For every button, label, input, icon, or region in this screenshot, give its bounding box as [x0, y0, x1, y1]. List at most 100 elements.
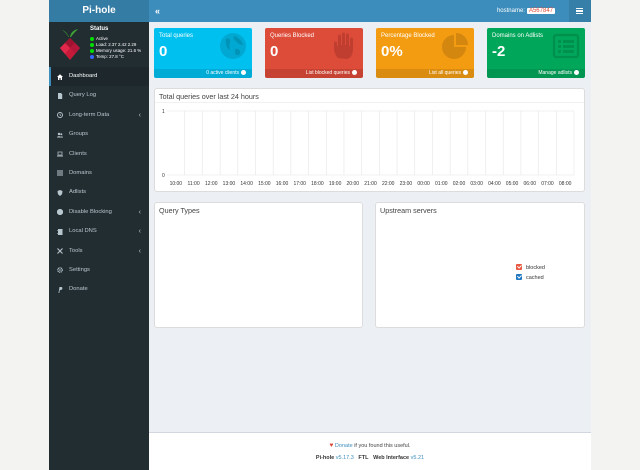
sidebar-item-label: Long-term Data — [69, 111, 110, 118]
checkbox-checked-icon[interactable] — [516, 274, 522, 280]
sidebar-item-label: Dashboard — [69, 73, 98, 79]
x-tick-label: 22:00 — [382, 181, 395, 187]
sidebar-item-adlists[interactable]: Adlists — [49, 183, 149, 202]
query-types-box: Query Types — [154, 202, 363, 328]
gear-icon — [57, 267, 63, 274]
main-content: Total queries 0 0 active clients Queries… — [149, 22, 591, 432]
sidebar-item-label: Donate — [69, 286, 88, 293]
tools-icon — [57, 248, 63, 254]
x-tick-label: 17:00 — [293, 181, 306, 187]
y-tick-label: 0 — [162, 173, 165, 179]
sidebar-item-domains[interactable]: Domains — [49, 164, 149, 183]
list-blocked-queries-link[interactable]: List blocked queries — [265, 69, 363, 78]
x-tick-label: 04:00 — [488, 181, 501, 187]
queries-blocked-box: Queries Blocked 0 List blocked queries — [265, 28, 363, 78]
x-tick-label: 14:00 — [240, 181, 253, 187]
legend-item-cached[interactable]: cached — [516, 274, 544, 282]
sidebar-item-dashboard[interactable]: Dashboard — [49, 67, 149, 87]
version-line: Pi-hole v5.17.3 FTL Web Interface v5.21 — [149, 455, 591, 461]
x-tick-label: 03:00 — [470, 181, 483, 187]
sidebar-menu: Dashboard Query Log Long-term Data ‹ Gro… — [49, 67, 149, 300]
hostname-display: hostname: A567847 — [497, 6, 555, 16]
brand-logo-text[interactable]: Pi-hole — [49, 0, 149, 22]
donate-line: ♥ Donate if you found this useful. — [149, 442, 591, 449]
stat-value: 0% — [381, 43, 403, 60]
x-tick-label: 07:00 — [541, 181, 554, 187]
x-tick-label: 18:00 — [311, 181, 324, 187]
stat-value: 0 — [270, 43, 279, 60]
chevron-left-icon: ‹ — [138, 247, 141, 255]
sidebar-item-disable-blocking[interactable]: Disable Blocking ‹ — [49, 203, 149, 222]
pihole-logo-icon — [60, 29, 80, 60]
sidebar-item-clients[interactable]: Clients — [49, 145, 149, 164]
sidebar-item-label: Tools — [69, 247, 83, 254]
queries-over-time-box: Total queries over last 24 hours 0 1 10:00… — [154, 88, 585, 192]
stop-icon — [57, 209, 63, 216]
x-tick-label: 02:00 — [453, 181, 466, 187]
domains-on-adlists-box: Domains on Adlists -2 Manage adlists — [487, 28, 585, 78]
laptop-icon — [57, 151, 63, 157]
status-dot-icon — [90, 36, 94, 41]
sidebar-item-query-log[interactable]: Query Log — [49, 86, 149, 105]
stat-title: Percentage Blocked — [381, 33, 435, 39]
arrow-circle-right-icon — [463, 69, 468, 75]
sidebar-toggle-icon[interactable]: « — [155, 5, 160, 17]
sidebar-item-donate[interactable]: Donate — [49, 280, 149, 299]
x-tick-label: 16:00 — [276, 181, 289, 187]
status-dot-icon — [90, 42, 94, 47]
chevron-left-icon: ‹ — [138, 111, 141, 119]
top-navbar: « hostname: A567847 — [149, 0, 591, 22]
sidebar-item-long-term-data[interactable]: Long-term Data ‹ — [49, 106, 149, 125]
chevron-left-icon: ‹ — [138, 208, 141, 216]
sidebar-item-settings[interactable]: Settings — [49, 261, 149, 280]
status-title: Status — [90, 26, 109, 32]
web-interface-version-link[interactable]: v5.21 — [411, 455, 424, 461]
x-tick-label: 12:00 — [205, 181, 218, 187]
sidebar-item-label: Local DNS — [69, 228, 97, 235]
pihole-admin-page: Pi-hole « hostname: A567847 Status Active… — [49, 0, 591, 470]
legend-item-blocked[interactable]: blocked — [516, 264, 545, 272]
sidebar-item-local-dns[interactable]: Local DNS ‹ — [49, 222, 149, 241]
sidebar-item-label: Adlists — [69, 189, 87, 196]
pihole-version-label: Pi-hole — [315, 455, 335, 461]
users-icon — [57, 132, 63, 138]
x-tick-label: 00:00 — [417, 181, 430, 187]
sidebar-item-label: Settings — [69, 266, 90, 273]
sidebar-item-tools[interactable]: Tools ‹ — [49, 242, 149, 261]
active-clients-link[interactable]: 0 active clients — [154, 69, 252, 78]
stat-title: Domains on Adlists — [492, 33, 544, 39]
page-footer: ♥ Donate if you found this useful. Pi-ho… — [149, 432, 591, 470]
list-all-queries-link[interactable]: List all queries — [376, 69, 474, 78]
pihole-version-link[interactable]: v5.17.3 — [336, 455, 354, 461]
x-tick-label: 20:00 — [347, 181, 360, 187]
manage-adlists-link[interactable]: Manage adlists — [487, 69, 585, 78]
x-tick-label: 06:00 — [524, 181, 537, 187]
x-tick-label: 23:00 — [400, 181, 413, 187]
status-temp: Temp: 27.8 °C — [90, 54, 124, 60]
hand-icon — [334, 32, 353, 59]
upstream-servers-title: Upstream servers — [380, 206, 437, 215]
x-tick-label: 08:00 — [559, 181, 572, 187]
stat-value: -2 — [492, 43, 506, 60]
shield-icon — [57, 189, 63, 196]
total-queries-box: Total queries 0 0 active clients — [154, 28, 252, 78]
status-dot-icon — [90, 48, 94, 53]
chart-title: Total queries over last 24 hours — [159, 92, 259, 101]
checkbox-checked-icon[interactable] — [516, 264, 522, 270]
hamburger-menu-icon[interactable] — [569, 0, 591, 22]
upstream-servers-box: Upstream servers blocked cached — [375, 202, 585, 328]
sidebar-item-label: Clients — [69, 150, 87, 157]
stat-title: Queries Blocked — [270, 33, 315, 39]
donate-link[interactable]: Donate — [335, 443, 353, 449]
percentage-blocked-box: Percentage Blocked 0% List all queries — [376, 28, 474, 78]
arrow-circle-right-icon — [352, 69, 357, 75]
web-interface-version-label: Web Interface — [373, 455, 410, 461]
arrow-circle-right-icon — [574, 69, 579, 75]
legend-label: cached — [526, 275, 544, 281]
legend-label: blocked — [526, 265, 545, 271]
stat-value: 0 — [159, 43, 168, 60]
chevron-left-icon: ‹ — [138, 228, 141, 236]
x-tick-label: 10:00 — [170, 181, 183, 187]
sidebar-item-groups[interactable]: Groups — [49, 125, 149, 144]
x-tick-label: 13:00 — [223, 181, 236, 187]
